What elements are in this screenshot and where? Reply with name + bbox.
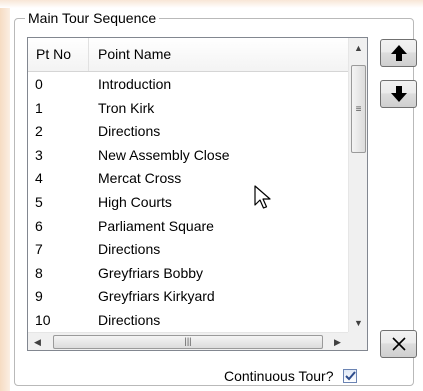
list-item[interactable]: 3 New Assembly Close	[28, 144, 348, 168]
list-item[interactable]: 4 Mercat Cross	[28, 167, 348, 191]
list-item[interactable]: 8 Greyfriars Bobby	[28, 262, 348, 286]
list-item[interactable]: 6 Parliament Square	[28, 215, 348, 239]
delete-point-button[interactable]	[380, 330, 417, 358]
point-number: 7	[35, 241, 43, 258]
point-name: High Courts	[98, 193, 172, 210]
horizontal-scrollbar[interactable]: ◀ ||| ▶	[28, 332, 348, 350]
point-number: 6	[35, 217, 43, 234]
scroll-up-arrow-icon[interactable]: ▲	[349, 38, 367, 57]
close-icon	[391, 337, 406, 351]
vertical-scrollbar[interactable]: ▲ ≡ ▼	[348, 38, 367, 332]
continuous-tour-row: Continuous Tour?	[224, 366, 358, 386]
point-number: 2	[35, 123, 43, 140]
background-left-edge	[0, 0, 10, 391]
point-name: Directions	[98, 241, 161, 258]
column-header-pt-no[interactable]: Pt No	[28, 38, 89, 71]
vertical-scroll-thumb[interactable]: ≡	[351, 65, 366, 153]
list-item[interactable]: 7 Directions	[28, 238, 348, 262]
point-number: 9	[35, 288, 43, 305]
continuous-tour-checkbox[interactable]	[343, 369, 358, 383]
point-name: Parliament Square	[98, 217, 214, 234]
scroll-right-arrow-icon[interactable]: ▶	[328, 333, 347, 350]
point-number: 5	[35, 193, 43, 210]
list-item[interactable]: 5 High Courts	[28, 191, 348, 215]
list-item[interactable]: 1 Tron Kirk	[28, 97, 348, 121]
groupbox-title: Main Tour Sequence	[25, 9, 160, 27]
point-name: Tron Kirk	[98, 99, 155, 116]
point-name: Greyfriars Bobby	[98, 264, 204, 281]
point-number: 0	[35, 76, 43, 92]
mouse-pointer-icon	[254, 185, 271, 209]
scroll-left-arrow-icon[interactable]: ◀	[28, 333, 47, 350]
checkmark-icon	[345, 371, 356, 381]
column-header-point-name[interactable]: Point Name	[89, 38, 348, 71]
point-name: Mercat Cross	[98, 170, 182, 187]
point-number: 4	[35, 170, 43, 187]
move-up-button[interactable]	[380, 39, 417, 67]
move-down-button[interactable]	[380, 80, 417, 108]
list-item[interactable]: 2 Directions	[28, 120, 348, 144]
horizontal-scroll-thumb[interactable]: |||	[53, 335, 323, 349]
point-name: Greyfriars Kirkyard	[98, 288, 215, 305]
arrow-down-icon	[390, 86, 407, 102]
point-number: 1	[35, 99, 43, 116]
point-number: 8	[35, 264, 43, 281]
point-number: 3	[35, 146, 43, 163]
scroll-down-arrow-icon[interactable]: ▼	[349, 313, 367, 332]
background-top-edge	[0, 0, 423, 8]
list-item[interactable]: 10 Directions	[28, 309, 348, 333]
point-number: 10	[35, 311, 51, 328]
tour-points-list[interactable]: Pt No Point Name 0 Introduction 1 Tron Kirk…	[27, 37, 368, 351]
list-header: Pt No Point Name	[28, 38, 348, 72]
point-name: Directions	[98, 311, 161, 328]
list-item[interactable]: 0 Introduction	[28, 73, 348, 97]
arrow-up-icon	[390, 45, 407, 61]
point-name: Directions	[98, 123, 161, 140]
continuous-tour-label: Continuous Tour?	[224, 368, 334, 384]
point-name: New Assembly Close	[98, 146, 230, 163]
point-name: Introduction	[98, 76, 172, 92]
list-rows: 0 Introduction 1 Tron Kirk 2 Directions 3 New A…	[28, 73, 348, 333]
scrollbar-corner	[348, 332, 367, 350]
list-item[interactable]: 9 Greyfriars Kirkyard	[28, 285, 348, 309]
